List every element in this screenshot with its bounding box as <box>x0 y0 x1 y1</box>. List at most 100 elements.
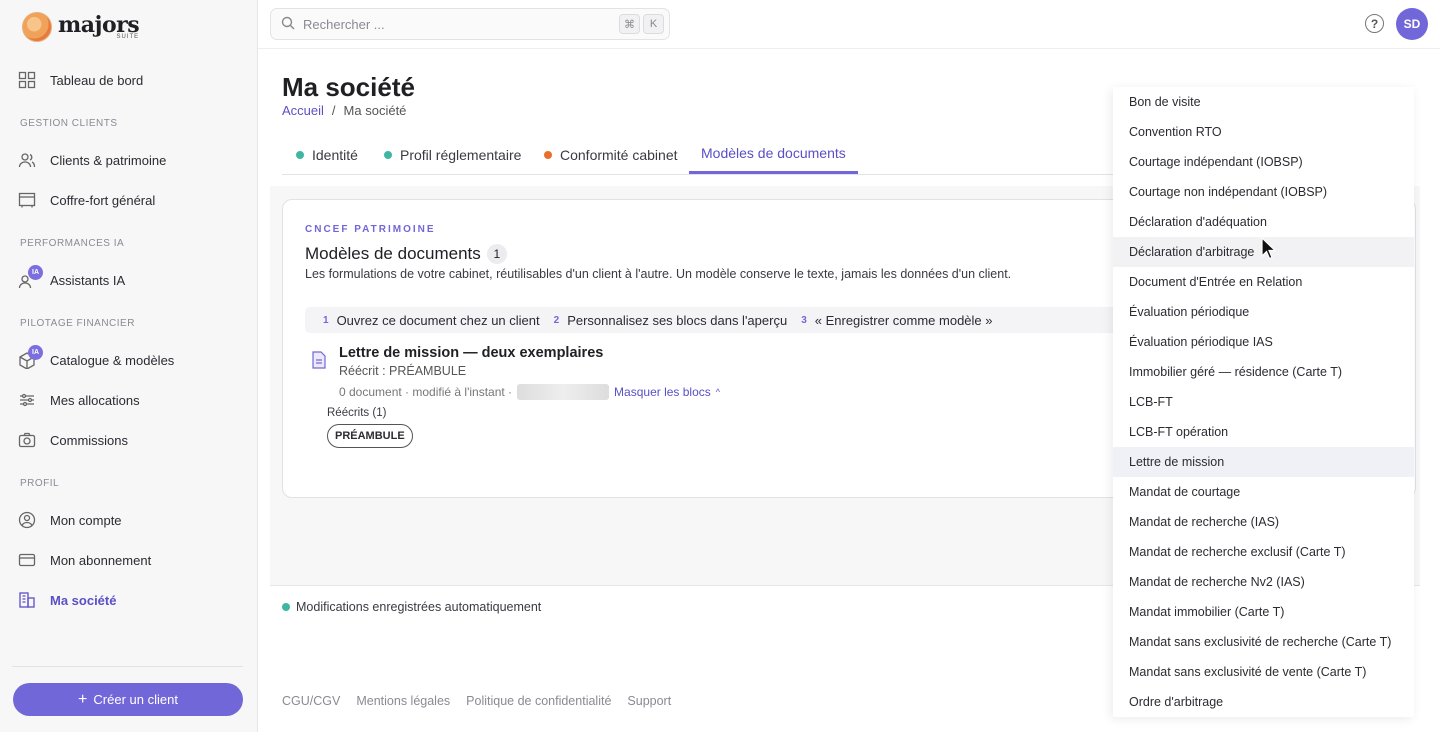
dropdown-option[interactable]: Mandat sans exclusivité de recherche (Ca… <box>1113 627 1414 657</box>
dropdown-option[interactable]: Mandat immobilier (Carte T) <box>1113 597 1414 627</box>
dropdown-option[interactable]: Mandat de courtage <box>1113 477 1414 507</box>
sidebar-item-allocations[interactable]: Mes allocations <box>18 388 140 412</box>
card-title: Modèles de documents 1 <box>305 244 507 264</box>
step-text: Ouvrez ce document chez un client <box>336 312 540 328</box>
mouse-cursor-icon <box>1261 237 1277 260</box>
ia-badge: IA <box>28 265 43 280</box>
logo-wordmark: majors SUITE <box>58 14 140 40</box>
create-client-button[interactable]: + Créer un client <box>13 683 243 716</box>
document-meta-text: 0 document · modifié à l'instant · <box>339 385 513 399</box>
sidebar-item-vault[interactable]: Coffre-fort général <box>18 188 155 212</box>
section-pilotage-financier: PILOTAGE FINANCIER <box>20 318 135 329</box>
sidebar-item-label: Catalogue & modèles <box>50 352 175 368</box>
card-kicker: CNCEF PATRIMOINE <box>305 224 436 235</box>
sidebar-item-label: Mon compte <box>50 512 122 528</box>
redacted-value <box>517 384 610 400</box>
dropdown-option[interactable]: Ordre d'arbitrage <box>1113 687 1414 717</box>
dropdown-option[interactable]: Lettre de mission <box>1113 447 1414 477</box>
breadcrumb: Accueil / Ma société <box>282 103 406 118</box>
footer-link-privacy[interactable]: Politique de confidentialité <box>466 694 611 708</box>
sidebar-item-subscription[interactable]: Mon abonnement <box>18 548 151 572</box>
tab-label: Modèles de documents <box>701 145 846 161</box>
sidebar-item-label: Coffre-fort général <box>50 192 156 208</box>
assistant-icon: IA <box>18 265 43 289</box>
hide-blocks-link[interactable]: Masquer les blocs <box>614 385 711 399</box>
sidebar-item-label: Assistants IA <box>50 272 126 288</box>
tab-identite[interactable]: Identité <box>296 135 358 174</box>
autosave-text: Modifications enregistrées automatiqueme… <box>296 600 542 614</box>
chevron-up-icon: ^ <box>715 387 720 397</box>
dropdown-option[interactable]: Immobilier géré — résidence (Carte T) <box>1113 357 1414 387</box>
sidebar-item-ai-assistants[interactable]: IA Assistants IA <box>18 265 126 292</box>
step-number: 2 <box>553 314 560 326</box>
header-divider <box>258 48 1440 49</box>
dropdown-option[interactable]: Évaluation périodique IAS <box>1113 327 1414 357</box>
status-dot <box>384 150 392 159</box>
breadcrumb-home[interactable]: Accueil <box>282 103 324 118</box>
status-dot <box>282 603 290 611</box>
catalogue-icon: IA <box>18 345 43 370</box>
sidebar-item-clients[interactable]: Clients & patrimoine <box>18 148 166 172</box>
card-title-text: Modèles de documents <box>305 244 481 263</box>
avatar[interactable]: SD <box>1396 8 1428 40</box>
card-icon <box>18 551 36 569</box>
step-number: 3 <box>801 314 807 326</box>
footer-link-cgu[interactable]: CGU/CGV <box>282 694 340 708</box>
footer: CGU/CGV Mentions légales Politique de co… <box>282 694 671 708</box>
block-chip[interactable]: PRÉAMBULE <box>327 424 413 448</box>
sidebar-item-account[interactable]: Mon compte <box>18 508 122 532</box>
dropdown-option[interactable]: Mandat de recherche exclusif (Carte T) <box>1113 537 1414 567</box>
sidebar-item-company[interactable]: Ma société <box>18 588 116 612</box>
tab-profil-reglementaire[interactable]: Profil réglementaire <box>384 135 521 174</box>
document-title[interactable]: Lettre de mission — deux exemplaires <box>339 345 603 361</box>
vault-icon <box>18 191 36 209</box>
dropdown-option[interactable]: Bon de visite <box>1113 87 1414 117</box>
dropdown-option[interactable]: Courtage non indépendant (IOBSP) <box>1113 177 1414 207</box>
plus-icon: + <box>78 690 88 708</box>
dropdown-option[interactable]: Convention RTO <box>1113 117 1414 147</box>
section-gestion-clients: GESTION CLIENTS <box>20 118 118 129</box>
sidebar-divider <box>12 666 243 667</box>
grid-icon <box>18 71 36 89</box>
sidebar-item-commissions[interactable]: Commissions <box>18 428 128 452</box>
help-icon[interactable]: ? <box>1365 14 1384 33</box>
search-bar[interactable]: Rechercher ... ⌘ K <box>270 8 670 40</box>
step-text: « Enregistrer comme modèle » <box>814 312 993 328</box>
footer-link-support[interactable]: Support <box>627 694 671 708</box>
sidebar-item-catalogue[interactable]: IA Catalogue & modèles <box>18 345 175 372</box>
dropdown-option[interactable]: Mandat de recherche Nv2 (IAS) <box>1113 567 1414 597</box>
dropdown-option[interactable]: Mandat de recherche (IAS) <box>1113 507 1414 537</box>
sidebar-item-label: Clients & patrimoine <box>50 152 167 168</box>
dropdown-option[interactable]: LCB-FT opération <box>1113 417 1414 447</box>
create-client-label: Créer un client <box>93 692 178 707</box>
sliders-icon <box>18 391 36 409</box>
dropdown-option[interactable]: Document d'Entrée en Relation <box>1113 267 1414 297</box>
status-dot <box>296 150 304 159</box>
section-profil: PROFIL <box>20 478 60 489</box>
dropdown-option[interactable]: Mandat sans exclusivité de vente (Carte … <box>1113 657 1414 687</box>
tab-label: Conformité cabinet <box>560 146 678 163</box>
tab-modeles-documents[interactable]: Modèles de documents <box>689 135 858 174</box>
sidebar-item-label: Mes allocations <box>50 392 140 408</box>
dropdown-option[interactable]: Courtage indépendant (IOBSP) <box>1113 147 1414 177</box>
users-icon <box>18 151 36 169</box>
dropdown-option[interactable]: Déclaration d'adéquation <box>1113 207 1414 237</box>
sidebar-item-dashboard[interactable]: Tableau de bord <box>18 68 143 92</box>
sidebar: majors SUITE Tableau de bord GESTION CLI… <box>0 0 258 732</box>
document-meta: 0 document · modifié à l'instant · Masqu… <box>339 384 720 400</box>
sidebar-item-label: Ma société <box>50 592 117 608</box>
dropdown-option[interactable]: Évaluation périodique <box>1113 297 1414 327</box>
tab-label: Identité <box>312 146 358 163</box>
card-description: Les formulations de votre cabinet, réuti… <box>305 267 1012 281</box>
kbd-k: K <box>643 14 664 34</box>
status-dot <box>544 150 552 159</box>
logo[interactable]: majors SUITE <box>22 12 140 42</box>
steps-guide: 1 Ouvrez ce document chez un client 2 Pe… <box>305 307 1155 333</box>
user-circle-icon <box>18 511 36 529</box>
kbd-command: ⌘ <box>619 14 640 34</box>
sidebar-item-label: Mon abonnement <box>50 552 152 568</box>
tab-conformite-cabinet[interactable]: Conformité cabinet <box>544 135 678 174</box>
footer-link-legal[interactable]: Mentions légales <box>356 694 450 708</box>
dropdown-option[interactable]: LCB-FT <box>1113 387 1414 417</box>
count-badge: 1 <box>486 244 507 264</box>
